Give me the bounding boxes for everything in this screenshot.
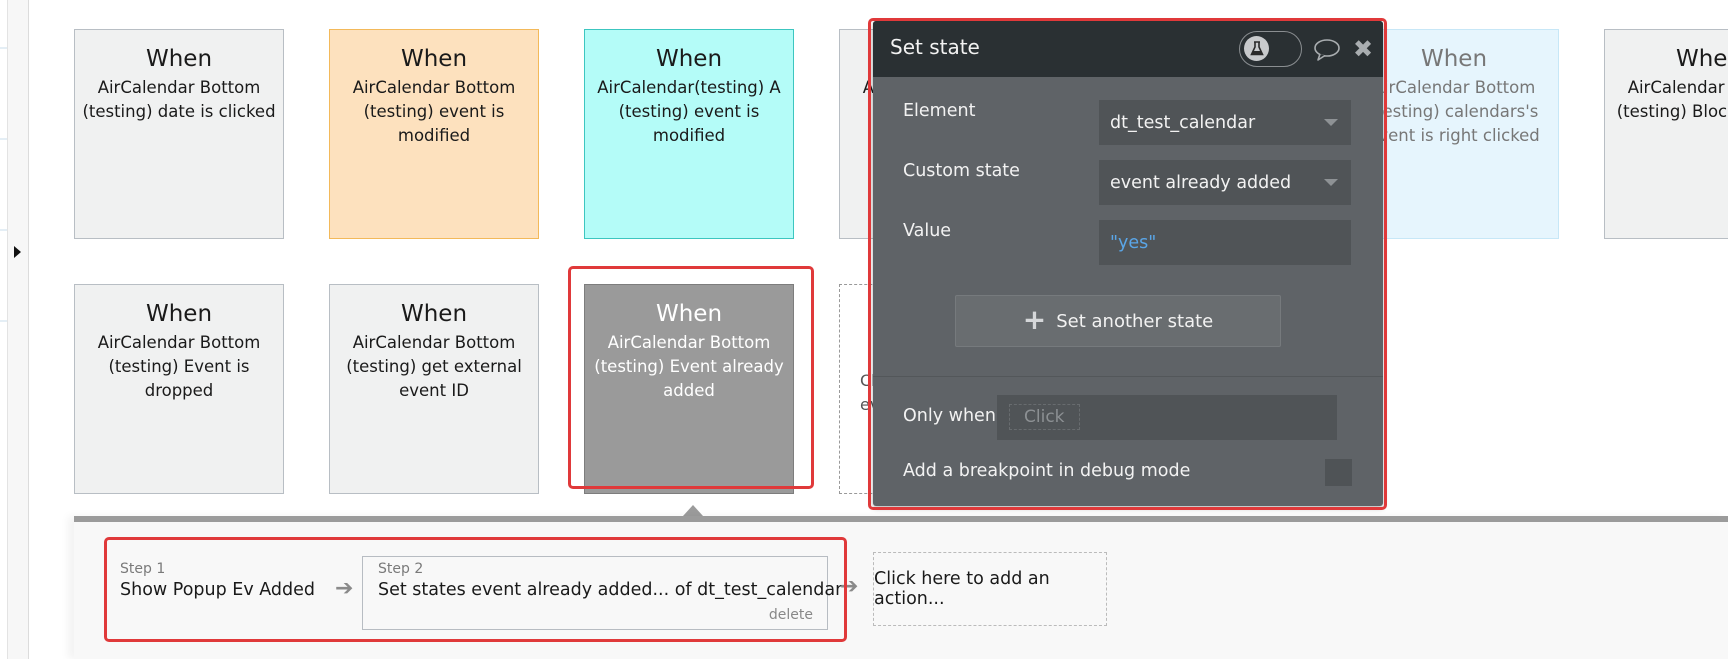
event-when-label: When — [655, 46, 723, 72]
debug-toggle[interactable] — [1239, 31, 1302, 67]
event-card[interactable]: When AirCalendar Bottom (testing) date i… — [74, 29, 284, 239]
event-card[interactable]: When AirCalendar(testing) A (testing) ev… — [584, 29, 794, 239]
event-when-label: When — [145, 46, 213, 72]
custom-state-label: Custom state — [903, 161, 1020, 181]
delete-step-link[interactable]: delete — [769, 607, 813, 623]
only-when-input[interactable]: Click — [997, 395, 1337, 440]
triangle-right-icon[interactable] — [14, 246, 21, 258]
workflow-step-1[interactable]: Step 1 Show Popup Ev Added — [120, 560, 315, 602]
event-when-label: When — [655, 301, 723, 327]
chevron-down-icon — [1324, 119, 1338, 126]
element-dropdown-value: dt_test_calendar — [1110, 112, 1256, 133]
event-description: AirCalendar Bottom (testing) date is cli… — [82, 78, 276, 121]
set-another-state-button[interactable]: + Set another state — [955, 295, 1281, 347]
event-description: AirCalendar Bottom (testing) get externa… — [346, 333, 522, 400]
element-dropdown[interactable]: dt_test_calendar — [1099, 100, 1351, 145]
event-card-selected[interactable]: When AirCalendar Bottom (testing) Event … — [584, 284, 794, 494]
set-another-state-label: Set another state — [1056, 310, 1214, 332]
only-when-label: Only when — [903, 406, 996, 426]
event-description: AirCalendar Bottom (testing) event is mo… — [352, 78, 516, 145]
value-expression: "yes" — [1110, 232, 1157, 253]
add-action-button[interactable]: Click here to add an action... — [873, 552, 1107, 626]
panel-header: Set state ✖ — [873, 21, 1383, 77]
far-left-column — [0, 0, 7, 659]
comment-icon[interactable] — [1313, 38, 1341, 66]
step-name: Set states event already added... of dt_… — [378, 580, 843, 600]
event-description: AirCalendar Bottom (testing) Event alrea… — [594, 333, 784, 400]
event-description: AirCalendar Bottom (testing) Event is dr… — [97, 333, 261, 400]
divider — [0, 320, 7, 322]
plus-icon: + — [1022, 303, 1047, 336]
custom-state-dropdown[interactable]: event already added — [1099, 160, 1351, 205]
step-label: Step 1 — [120, 561, 166, 577]
divider — [873, 376, 1383, 377]
event-card[interactable]: When AirCalendar Bottom (testing) Event … — [74, 284, 284, 494]
flask-icon — [1244, 36, 1269, 61]
value-input[interactable]: "yes" — [1099, 220, 1351, 265]
workflow-step-2[interactable]: Step 2 Set states event already added...… — [362, 556, 843, 630]
event-description: AirCalendar(testing) A (testing) event i… — [597, 78, 781, 145]
divider — [0, 138, 7, 140]
event-card[interactable]: When AirCalendar Bottom (testing) get ex… — [329, 284, 539, 494]
left-collapse-strip — [7, 0, 29, 659]
divider — [0, 229, 7, 231]
breakpoint-label: Add a breakpoint in debug mode — [903, 461, 1191, 481]
element-label: Element — [903, 101, 976, 121]
close-icon[interactable]: ✖ — [1353, 36, 1373, 62]
event-card[interactable]: When AirCalendar Bottom (testing) Block … — [1604, 29, 1728, 239]
event-when-label: When — [1675, 46, 1728, 72]
step-name: Show Popup Ev Added — [120, 580, 316, 600]
selected-event-pointer — [683, 505, 703, 516]
step-label: Step 2 — [378, 561, 424, 577]
chevron-down-icon — [1324, 179, 1338, 186]
custom-state-dropdown-value: event already added — [1110, 172, 1292, 193]
panel-title: Set state — [890, 35, 980, 59]
event-when-label: When — [400, 46, 468, 72]
actions-top-bar — [74, 516, 1728, 522]
arrow-right-icon: ➔ — [840, 574, 859, 599]
divider — [0, 47, 7, 49]
only-when-placeholder[interactable]: Click — [1009, 404, 1080, 430]
value-label: Value — [903, 221, 952, 241]
event-card[interactable]: When AirCalendar Bottom (testing) event … — [329, 29, 539, 239]
event-description: AirCalendar Bottom (testing) Block Click… — [1616, 78, 1728, 121]
breakpoint-checkbox[interactable] — [1325, 459, 1352, 486]
set-state-panel: Set state ✖ Element dt_test_calendar Cus… — [873, 21, 1383, 506]
event-when-label: When — [145, 301, 213, 327]
arrow-right-icon: ➔ — [335, 576, 354, 601]
event-when-label: When — [400, 301, 468, 327]
